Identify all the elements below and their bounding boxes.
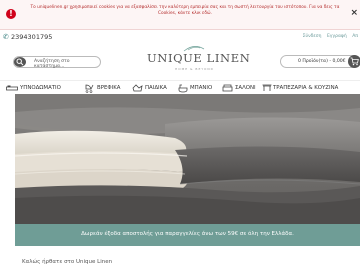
search-input[interactable]: Αναζήτηση στο κατάστημα...: [13, 56, 101, 69]
nav-label: ΥΠΝΟΔΩΜΑΤΙΟ: [20, 85, 61, 91]
logo-tagline: HOME & BEYOND: [175, 67, 214, 71]
nav-label: ΤΡΑΠΕΖΑΡΙΑ & ΚΟΥΖΙΝΑ: [273, 85, 339, 91]
register-link[interactable]: Εγγραφή: [327, 34, 347, 39]
table-icon: [262, 84, 272, 91]
towels-image: [15, 94, 360, 224]
top-info-row: ✆ 2394301795 Σύνδεση Εγγραφή Απ: [0, 33, 360, 43]
search-icon: [16, 58, 24, 66]
welcome-heading: Καλώς ήρθατε στο Unique Linen: [22, 259, 113, 265]
bed-icon: [6, 85, 18, 91]
free-shipping-text: Δωρεάν έξοδα αποστολής για παραγγελίες ά…: [81, 231, 294, 237]
search-button[interactable]: [14, 57, 26, 67]
cookie-notice-bar: ! Το uniquelinen.gr χρησιμοποιεί cookies…: [0, 0, 360, 30]
phone-icon: ✆: [3, 33, 9, 41]
free-shipping-banner: Δωρεάν έξοδα αποστολής για παραγγελίες ά…: [15, 224, 360, 246]
nav-item-dining-kitchen[interactable]: ΤΡΑΠΕΖΑΡΙΑ & ΚΟΥΖΙΝΑ: [262, 83, 360, 93]
close-icon[interactable]: ×: [350, 8, 358, 18]
nav-item-bath[interactable]: ΜΠΑΝΙΟ: [178, 83, 220, 93]
nav-label: ΒΡΕΦΙΚΑ: [97, 85, 121, 91]
alert-icon: !: [6, 9, 16, 19]
cookie-text-line2[interactable]: Cookies, κάντε κλικ εδώ.: [20, 11, 350, 17]
main-nav: ΥΠΝΟΔΩΜΑΤΙΟ ΒΡΕΦΙΚΑ ΠΑΙΔΙΚΑ ΜΠΑΝΙΟ ΣΑΛΟΝ…: [0, 80, 360, 94]
cart-icon: [350, 57, 359, 66]
account-link[interactable]: Απ: [352, 34, 358, 39]
stroller-icon: [85, 84, 94, 93]
nav-label: ΜΠΑΝΙΟ: [190, 85, 213, 91]
hero-banner-image[interactable]: [15, 94, 360, 224]
logo-name: UNIQUE LINEN: [147, 51, 251, 65]
search-placeholder: Αναζήτηση στο κατάστημα...: [34, 59, 70, 69]
site-logo[interactable]: UNIQUE LINEN HOME & BEYOND: [147, 43, 251, 75]
kids-icon: [132, 84, 143, 92]
login-link[interactable]: Σύνδεση: [303, 34, 322, 39]
cart-button[interactable]: 0 Προϊόν(τα) - 0,00€: [280, 55, 360, 68]
nav-item-living-room[interactable]: ΣΑΛΟΝΙ: [222, 83, 262, 93]
nav-label: ΣΑΛΟΝΙ: [235, 85, 256, 91]
account-links: Σύνδεση Εγγραφή Απ: [299, 34, 358, 39]
nav-label: ΠΑΙΔΙΚΑ: [145, 85, 167, 91]
phone-number[interactable]: 2394301795: [11, 33, 52, 41]
nav-item-baby[interactable]: ΒΡΕΦΙΚΑ: [85, 83, 130, 93]
cookie-notice-text[interactable]: Το uniquelinen.gr χρησιμοποιεί cookies γ…: [20, 5, 350, 17]
nav-item-kids[interactable]: ΠΑΙΔΙΚΑ: [132, 83, 174, 93]
bath-icon: [178, 84, 188, 93]
sofa-icon: [222, 84, 233, 92]
cart-summary: 0 Προϊόν(τα) - 0,00€: [298, 59, 346, 64]
nav-item-bedroom[interactable]: ΥΠΝΟΔΩΜΑΤΙΟ: [6, 83, 76, 93]
cart-icon-button[interactable]: [348, 55, 360, 68]
